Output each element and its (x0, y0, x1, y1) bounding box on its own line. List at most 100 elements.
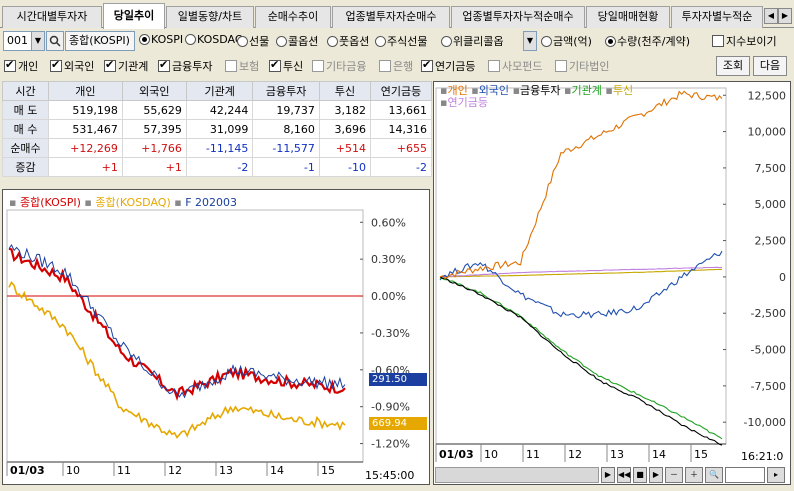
code-input[interactable]: 001 (3, 31, 33, 51)
y-tick-label: 0.00% (371, 290, 406, 303)
filter-other-corp[interactable]: 기타법인 (555, 58, 609, 74)
checkbox-box (312, 60, 324, 72)
flow-time-label: 16:21:0 (741, 450, 784, 463)
checkbox-box (269, 58, 281, 72)
radio-dot (375, 36, 386, 47)
filter-institution[interactable]: 기관계 (104, 58, 148, 74)
radio-label: 콜옵션 (288, 35, 319, 48)
search-chart-icon[interactable]: 🔍 (705, 467, 723, 483)
filter-foreign[interactable]: 외국인 (50, 58, 94, 74)
radio-put-option[interactable]: 풋옵션 (327, 33, 369, 49)
chart-menu-icon[interactable]: ▸ (767, 467, 785, 483)
checkbox-box (555, 60, 567, 72)
flow-legend: ▪개인 ▪외국인 ▪금융투자 ▪기관계 ▪투신 ▪연기금등 (440, 85, 633, 109)
tab-net-buy-trend[interactable]: 순매수추이 (255, 6, 331, 28)
legend-investment-trust: 투신 (612, 84, 634, 97)
kosdaq-price-tag: 669.94 (369, 417, 427, 430)
y-tick-label: 12,500 (748, 89, 787, 102)
filter-insurance[interactable]: 보험 (225, 58, 259, 74)
tab-scroll-left-icon[interactable]: ◀ (764, 8, 778, 24)
chart-mode-field[interactable] (725, 467, 765, 483)
index-time-label: 15:45:00 (365, 469, 415, 482)
rewind-icon[interactable]: ◀◀ (617, 467, 631, 483)
play-icon[interactable]: ▶ (649, 467, 663, 483)
summary-cell: 519,198 (48, 100, 123, 120)
zoom-out-icon[interactable]: － (665, 467, 683, 483)
checkbox-box (50, 58, 62, 72)
summary-cell: -11,577 (252, 138, 320, 158)
summary-cell: 19,737 (252, 100, 320, 120)
flow-scroll-bar: ▶ ◀◀ ■ ▶ － ＋ 🔍 ▸ (435, 466, 789, 484)
summary-cell: -2 (370, 157, 432, 177)
flow-chart[interactable]: 12,500 10,000 7,500 5,000 2,500 0 -2,500 -5,000… (434, 82, 790, 484)
flow-scroll-track[interactable] (435, 467, 599, 483)
show-index-checkbox[interactable]: 지수보이기 (712, 33, 777, 49)
flow-chart-panel[interactable]: 12,500 10,000 7,500 5,000 2,500 0 -2,500 -5,000… (433, 81, 791, 485)
summary-table: 시간 개인 외국인 기관계 금융투자 투신 연기금등 매 도 519,198 55,… (2, 81, 432, 177)
tab-scroll-right-icon[interactable]: ▶ (778, 8, 792, 24)
x-tick-label: 14 (652, 448, 666, 461)
summary-row[interactable]: 매 수 531,467 57,395 31,099 8,160 3,696 14,316 (2, 119, 432, 139)
radio-quantity[interactable]: 수량(천주/계약) (605, 33, 690, 49)
y-tick-label: 5,000 (755, 198, 787, 211)
y-tick-label: -10,000 (744, 416, 786, 429)
radio-stock-futures[interactable]: 주식선물 (375, 33, 427, 49)
radio-label: 금액(억) (553, 35, 592, 48)
stop-icon[interactable]: ■ (633, 467, 647, 483)
radio-kospi[interactable]: KOSPI (139, 33, 183, 46)
zoom-in-icon[interactable]: ＋ (685, 467, 703, 483)
filter-investment-trust[interactable]: 투신 (269, 58, 303, 74)
next-button[interactable]: 다음 (753, 56, 787, 76)
radio-kosdaq[interactable]: KOSDAQ (185, 33, 244, 46)
summary-header-row: 시간 개인 외국인 기관계 금융투자 투신 연기금등 (2, 81, 432, 101)
tab-daily-trend[interactable]: 당일추이 (103, 3, 165, 29)
filter-bank[interactable]: 은행 (379, 58, 413, 74)
filter-financial-investment[interactable]: 금융투자 (158, 58, 212, 74)
filter-private-fund[interactable]: 사모펀드 (488, 58, 542, 74)
tab-daily-chart[interactable]: 일별동향/차트 (166, 6, 254, 28)
summary-row[interactable]: 순매수 +12,269 +1,766 -11,145 -11,577 +514 +655 (2, 138, 432, 158)
tab-sector-investor-net[interactable]: 업종별투자자순매수 (332, 6, 450, 28)
radio-call-option[interactable]: 콜옵션 (276, 33, 318, 49)
radio-label: 주식선물 (387, 35, 428, 48)
x-tick-label: 13 (219, 464, 233, 477)
y-tick-label: -0.30% (371, 327, 410, 340)
radio-futures[interactable]: 선물 (237, 33, 269, 49)
radio-amount[interactable]: 금액(억) (541, 33, 592, 49)
radio-dot (327, 36, 338, 47)
index-chart[interactable]: 0.60%0.30%0.00%-0.30%-0.60%-0.90%-1.20%0… (3, 190, 429, 484)
summary-cell: 13,661 (370, 100, 432, 120)
checkbox-label: 사모펀드 (502, 60, 543, 73)
filter-pension[interactable]: 연기금등 (421, 58, 475, 74)
summary-cell: 531,467 (48, 119, 123, 139)
x-tick-label: 01/03 (10, 464, 45, 477)
tab-sector-cumulative-net[interactable]: 업종별투자자누적순매수 (451, 6, 585, 28)
scroll-right-icon[interactable]: ▶ (601, 467, 615, 483)
flow-plot-area (435, 87, 727, 445)
query-button[interactable]: 조회 (716, 56, 750, 76)
summary-header-cell: 기관계 (185, 81, 254, 101)
market-dropdown-icon[interactable]: ▼ (523, 31, 537, 51)
summary-row-label: 증감 (2, 157, 49, 177)
search-icon[interactable] (46, 31, 64, 51)
summary-cell: 31,099 (185, 119, 254, 139)
checkbox-box (225, 60, 237, 72)
legend-marker: ▪ (84, 196, 92, 209)
index-chart-panel[interactable]: 0.60% 0.30% 0.00% -0.30% -0.60% -0.90% -1.20% 0… (2, 189, 430, 485)
filter-individual[interactable]: 개인 (4, 58, 38, 74)
summary-cell: 57,395 (121, 119, 187, 139)
summary-header-cell: 금융투자 (252, 81, 320, 101)
filter-other-finance[interactable]: 기타금융 (312, 58, 366, 74)
tab-bar: 시간대별투자자 당일추이 일별동향/차트 순매수추이 업종별투자자순매수 업종별… (0, 0, 794, 29)
summary-row[interactable]: 증감 +1 +1 -2 -1 -10 -2 (2, 157, 432, 177)
legend-financial-investment: 금융투자 (520, 84, 561, 97)
tab-time-investor[interactable]: 시간대별투자자 (2, 6, 102, 28)
code-dropdown-icon[interactable]: ▼ (31, 31, 45, 51)
summary-cell: +1,766 (121, 138, 187, 158)
summary-row[interactable]: 매 도 519,198 55,629 42,244 19,737 3,182 13,661 (2, 100, 432, 120)
checkbox-label: 은행 (393, 60, 414, 73)
tab-investor-cumulative[interactable]: 투자자별누적순 (671, 6, 763, 28)
tab-today-trading[interactable]: 당일매매현황 (586, 6, 670, 28)
radio-weekly-call[interactable]: 위클리콜옵 (441, 33, 525, 49)
summary-cell: 42,244 (185, 100, 254, 120)
